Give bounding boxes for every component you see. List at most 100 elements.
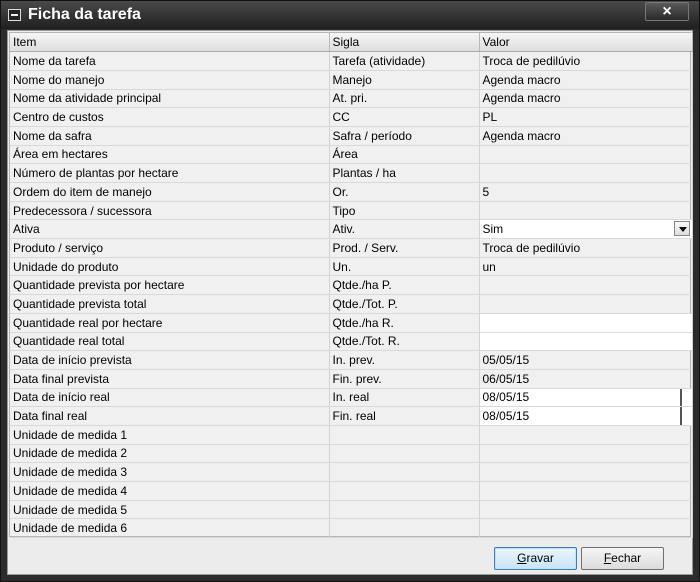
sigla-cell: In. prev. [329, 350, 480, 370]
table-row[interactable]: Produto / serviço Prod. / Serv. Troca de p… [10, 238, 693, 258]
table-row[interactable]: Unidade de medida 1 [10, 425, 693, 445]
table-row[interactable]: Nome da safra Safra / período Agenda macro [10, 126, 693, 146]
valor-cell[interactable]: 05/05/15 [479, 350, 693, 370]
table-row[interactable]: Unidade de medida 4 [10, 481, 693, 501]
task-sheet-window: Ficha da tarefa × Item Sigla Valor Nome … [0, 0, 700, 582]
table-row[interactable]: Unidade de medida 3 [10, 462, 693, 482]
item-cell: Quantidade real total [10, 332, 330, 352]
valor-cell[interactable] [479, 275, 693, 296]
valor-cell[interactable] [479, 163, 693, 183]
table-row[interactable]: Data de início prevista In. prev. 05/05/15 [10, 350, 693, 370]
valor-cell[interactable] [479, 444, 693, 464]
item-cell: Unidade de medida 5 [10, 500, 330, 520]
table-row[interactable]: Quantidade real total Qtde./Tot. R. [10, 332, 693, 352]
table-row[interactable]: Unidade de medida 6 [10, 518, 693, 539]
sigla-cell: Tipo [329, 201, 480, 221]
sigla-cell [329, 425, 480, 445]
valor-cell[interactable] [479, 481, 693, 501]
item-cell: Nome da atividade principal [10, 89, 330, 109]
valor-cell[interactable]: PL [479, 107, 693, 127]
table-row[interactable]: Centro de custos CC PL [10, 107, 693, 127]
item-cell: Data de início real [10, 388, 330, 408]
save-button-mnemonic: G [517, 551, 527, 565]
item-cell: Área em hectares [10, 145, 330, 165]
sigla-cell: Fin. real [329, 406, 480, 426]
column-header-valor[interactable]: Valor [479, 33, 693, 53]
item-cell: Predecessora / sucessora [10, 201, 330, 221]
valor-cell[interactable] [479, 462, 693, 482]
column-header-item[interactable]: Item [10, 33, 330, 53]
valor-cell[interactable]: 06/05/15 [479, 369, 693, 389]
window-menu-icon[interactable] [8, 9, 21, 21]
sigla-cell [329, 518, 480, 539]
dialog-footer: Gravar Fechar [8, 539, 692, 574]
column-header-sigla[interactable]: Sigla [329, 33, 480, 53]
table-row[interactable]: Data de início real In. real 08/05/15 [10, 388, 693, 408]
sigla-cell: Qtde./ha P. [329, 275, 480, 296]
chevron-down-icon[interactable] [673, 221, 690, 237]
sigla-cell: In. real [329, 388, 480, 408]
valor-cell[interactable]: Agenda macro [479, 89, 693, 109]
window-title: Ficha da tarefa [28, 6, 141, 23]
item-cell: Quantidade prevista por hectare [10, 275, 330, 296]
valor-cell[interactable] [479, 294, 693, 314]
valor-cell[interactable]: Sim [479, 219, 693, 240]
valor-cell[interactable]: un [479, 257, 693, 277]
sigla-cell: At. pri. [329, 89, 480, 109]
table-row[interactable]: Nome do manejo Manejo Agenda macro [10, 70, 693, 90]
item-cell: Quantidade real por hectare [10, 313, 330, 333]
table-row[interactable]: Área em hectares Área [10, 145, 693, 165]
sigla-cell: Or. [329, 182, 480, 202]
save-button[interactable]: Gravar [494, 547, 577, 570]
cell-edge-marker [679, 388, 682, 406]
valor-cell[interactable]: Agenda macro [479, 70, 693, 90]
cell-edge-marker [679, 407, 682, 425]
sigla-cell [329, 444, 480, 464]
table-row[interactable]: Unidade de medida 2 [10, 444, 693, 464]
valor-cell[interactable] [479, 201, 693, 221]
table-row[interactable]: Unidade de medida 5 [10, 500, 693, 520]
properties-grid: Item Sigla Valor Nome da tarefa Tarefa (a… [9, 32, 693, 539]
valor-cell[interactable] [479, 500, 693, 520]
valor-cell[interactable] [479, 145, 693, 165]
close-window-button[interactable]: × [645, 2, 689, 21]
table-row[interactable]: Nome da tarefa Tarefa (atividade) Troca de… [10, 51, 693, 71]
table-row[interactable]: Ordem do item de manejo Or. 5 [10, 182, 693, 202]
item-cell: Unidade de medida 6 [10, 518, 330, 539]
sigla-cell: Área [329, 145, 480, 165]
sigla-cell: Prod. / Serv. [329, 238, 480, 258]
table-row[interactable]: Quantidade prevista total Qtde./Tot. P. [10, 294, 693, 314]
table-row[interactable]: Data final real Fin. real 08/05/15 [10, 406, 693, 426]
sigla-cell: Safra / período [329, 126, 480, 146]
table-row[interactable]: Predecessora / sucessora Tipo [10, 201, 693, 221]
save-button-label: ravar [526, 551, 554, 565]
valor-cell[interactable]: 08/05/15 [479, 388, 693, 408]
sigla-cell: Fin. prev. [329, 369, 480, 389]
sigla-cell [329, 481, 480, 501]
valor-cell[interactable] [479, 518, 693, 539]
sigla-cell: Qtde./ha R. [329, 313, 480, 333]
valor-cell[interactable]: Troca de pedilúvio [479, 51, 693, 71]
valor-cell[interactable]: 08/05/15 [479, 406, 693, 426]
item-cell: Produto / serviço [10, 238, 330, 258]
valor-cell[interactable]: 5 [479, 182, 693, 202]
item-cell: Data final prevista [10, 369, 330, 389]
table-row[interactable]: Quantidade prevista por hectare Qtde./ha … [10, 275, 693, 296]
title-bar[interactable]: Ficha da tarefa × [1, 1, 699, 29]
close-button[interactable]: Fechar [581, 547, 664, 570]
table-row[interactable]: Nome da atividade principal At. pri. Agend… [10, 89, 693, 109]
table-row[interactable]: Quantidade real por hectare Qtde./ha R. [10, 313, 693, 333]
item-cell: Data final real [10, 406, 330, 426]
valor-cell[interactable] [479, 332, 693, 352]
valor-cell[interactable] [479, 313, 693, 333]
valor-cell[interactable]: Agenda macro [479, 126, 693, 146]
table-row[interactable]: Unidade do produto Un. un [10, 257, 693, 277]
item-cell: Unidade de medida 3 [10, 462, 330, 482]
table-row[interactable]: Data final prevista Fin. prev. 06/05/15 [10, 369, 693, 389]
table-row[interactable]: Ativa Ativ. Sim [10, 219, 693, 240]
valor-cell[interactable]: Troca de pedilúvio [479, 238, 693, 258]
table-row[interactable]: Número de plantas por hectare Plantas / h… [10, 163, 693, 183]
item-cell: Unidade de medida 1 [10, 425, 330, 445]
item-cell: Centro de custos [10, 107, 330, 127]
valor-cell[interactable] [479, 425, 693, 445]
